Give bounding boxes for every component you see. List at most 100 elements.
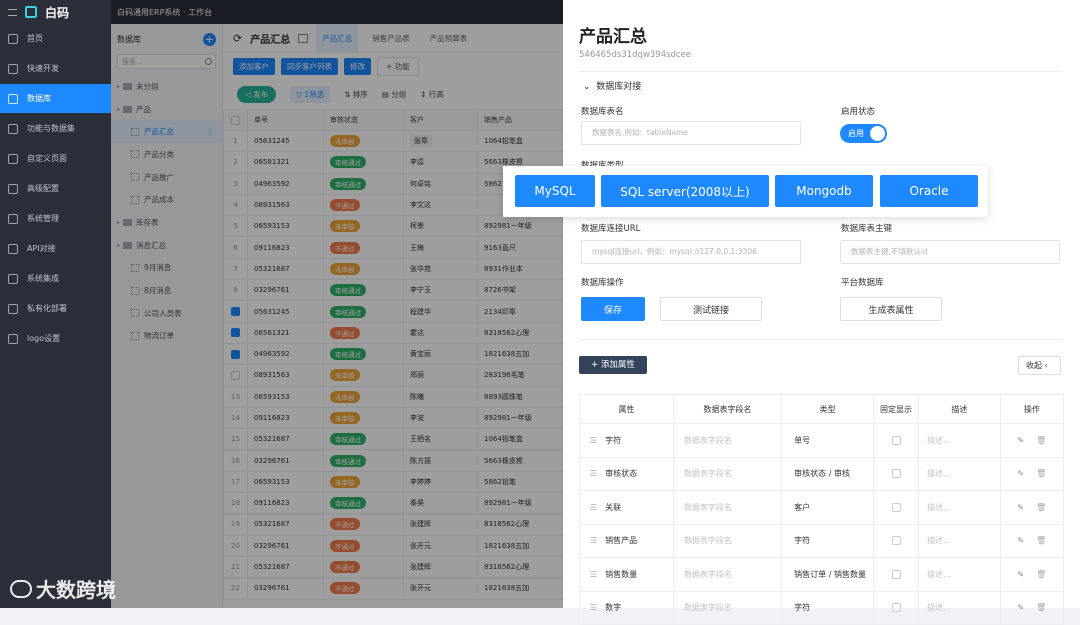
brand: 白码 bbox=[0, 0, 111, 24]
nav-item[interactable]: 首页 bbox=[0, 24, 111, 53]
logo-icon bbox=[25, 6, 37, 18]
field-name-input[interactable]: 数据表字段名 bbox=[672, 456, 783, 491]
modal-overlay[interactable] bbox=[111, 0, 563, 608]
db-type-mongodb[interactable]: Mongodb bbox=[775, 175, 873, 207]
nav-item[interactable]: API对接 bbox=[0, 234, 111, 263]
drag-handle-icon[interactable]: ☰ bbox=[590, 536, 597, 545]
api-icon bbox=[8, 243, 18, 254]
db-operation-label: 数据库操作 bbox=[581, 278, 624, 288]
panel-id: 546465ds31dqw394sdcee bbox=[579, 50, 692, 60]
chevron-left-icon: ‹ bbox=[1044, 361, 1048, 370]
type-cell: 审核状态 / 审核 bbox=[781, 456, 875, 491]
attr-column-header: 固定显示 bbox=[873, 394, 919, 424]
platform-db-label: 平台数据库 bbox=[841, 278, 884, 288]
description-input[interactable]: 描述... bbox=[917, 456, 1001, 491]
edit-icon[interactable]: ✎ bbox=[1017, 570, 1024, 579]
field-name-input[interactable]: 数据表字段名 bbox=[672, 557, 783, 592]
description-input[interactable]: 描述... bbox=[917, 557, 1001, 592]
table-name-label: 数据库表名 bbox=[581, 107, 624, 117]
edit-icon[interactable]: ✎ bbox=[1017, 469, 1024, 478]
save-button[interactable]: 保存 bbox=[581, 297, 645, 321]
fixed-display-checkbox[interactable] bbox=[891, 569, 901, 579]
monitor-icon bbox=[8, 213, 18, 224]
attribute-row[interactable]: ☰ 销售产品 数据表字段名 字符 描述... ✎ 🗑 bbox=[579, 523, 1065, 558]
description-input[interactable]: 描述... bbox=[917, 490, 1001, 525]
logo-icon bbox=[8, 333, 18, 344]
type-cell: 字符 bbox=[781, 523, 875, 558]
page-icon bbox=[8, 153, 18, 164]
generate-attributes-button[interactable]: 生成表属性 bbox=[840, 297, 942, 321]
description-input[interactable]: 描述... bbox=[917, 423, 1001, 458]
table-name-input[interactable]: 数据表名,例如：tableName bbox=[581, 121, 801, 145]
section-toggle[interactable]: ⌄ 数据库对接 bbox=[583, 79, 641, 92]
db-type-oracle[interactable]: Oracle bbox=[880, 175, 978, 207]
menu-icon[interactable] bbox=[8, 8, 17, 16]
primary-key-label: 数据库表主键 bbox=[841, 224, 893, 234]
drag-handle-icon[interactable]: ☰ bbox=[590, 469, 597, 478]
nav-item[interactable]: 高级配置 bbox=[0, 174, 111, 203]
edit-icon[interactable]: ✎ bbox=[1017, 436, 1024, 445]
attr-column-header: 属性 bbox=[579, 394, 674, 424]
primary-key-input[interactable]: 数据表主键,不填默认id bbox=[840, 240, 1060, 264]
attr-column-header: 描述 bbox=[917, 394, 1001, 424]
enable-toggle[interactable]: 启用 bbox=[840, 124, 887, 143]
brand-name: 白码 bbox=[45, 5, 70, 20]
drag-handle-icon[interactable]: ☰ bbox=[590, 570, 597, 579]
delete-icon[interactable]: 🗑 bbox=[1036, 436, 1046, 445]
attr-column-header: 数据表字段名 bbox=[672, 394, 783, 424]
attr-column-header: 操作 bbox=[999, 394, 1065, 424]
function-icon bbox=[8, 123, 18, 134]
type-cell: 客户 bbox=[781, 490, 875, 525]
drag-handle-icon[interactable]: ☰ bbox=[590, 503, 597, 512]
fixed-display-checkbox[interactable] bbox=[891, 536, 901, 546]
nav-item[interactable]: 系统集成 bbox=[0, 264, 111, 293]
description-input[interactable]: 描述... bbox=[917, 523, 1001, 558]
type-cell: 销售订单 / 销售数量 bbox=[781, 557, 875, 592]
attribute-row[interactable]: ☰ 字符 数据表字段名 单号 描述... ✎ 🗑 bbox=[579, 423, 1065, 458]
field-name-input[interactable]: 数据表字段名 bbox=[672, 490, 783, 525]
edit-icon[interactable]: ✎ bbox=[1017, 503, 1024, 512]
delete-icon[interactable]: 🗑 bbox=[1036, 570, 1046, 579]
nav-item[interactable]: 数据库 bbox=[0, 84, 111, 113]
add-attribute-button[interactable]: + 添加属性 bbox=[579, 356, 647, 374]
nav-item[interactable]: 快速开发 bbox=[0, 54, 111, 83]
watermark-logo-icon bbox=[10, 579, 32, 598]
db-type-sqlserver[interactable]: SQL server(2008以上) bbox=[601, 175, 769, 207]
left-nav: 白码 首页 快速开发 数据库 功能与数据集 自定义页面 高级配置 系统管理 API对接 系统集成… bbox=[0, 0, 111, 608]
url-label: 数据库连接URL bbox=[581, 224, 641, 234]
box-icon bbox=[8, 63, 18, 74]
url-input[interactable]: mysql连接url，例如：mysql://127.0.0.1:3306 bbox=[581, 240, 801, 264]
delete-icon[interactable]: 🗑 bbox=[1036, 503, 1046, 512]
attribute-row[interactable]: ☰ 销售数量 数据表字段名 销售订单 / 销售数量 描述... ✎ 🗑 bbox=[579, 557, 1065, 592]
integration-icon bbox=[8, 273, 18, 284]
nav-item[interactable]: logo设置 bbox=[0, 324, 111, 353]
deploy-icon bbox=[8, 303, 18, 314]
type-cell: 单号 bbox=[781, 423, 875, 458]
database-icon bbox=[8, 93, 18, 104]
nav-item[interactable]: 功能与数据集 bbox=[0, 114, 111, 143]
fixed-display-checkbox[interactable] bbox=[891, 435, 901, 445]
fixed-display-checkbox[interactable] bbox=[891, 502, 901, 512]
field-name-input[interactable]: 数据表字段名 bbox=[672, 523, 783, 558]
attribute-table: 属性 数据表字段名 类型 固定显示 描述 操作 ☰ 字符 数据表字段名 单号 描述... ✎… bbox=[579, 394, 1065, 625]
attribute-row[interactable]: ☰ 关联 数据表字段名 客户 描述... ✎ 🗑 bbox=[579, 490, 1065, 525]
enable-status-label: 启用状态 bbox=[841, 107, 876, 117]
nav-item[interactable]: 私有化部署 bbox=[0, 294, 111, 323]
toggle-knob bbox=[870, 126, 885, 141]
edit-icon[interactable]: ✎ bbox=[1017, 536, 1024, 545]
collapse-button[interactable]: 收起 ‹ bbox=[1018, 356, 1061, 375]
drag-handle-icon[interactable]: ☰ bbox=[590, 436, 597, 445]
config-icon bbox=[8, 183, 18, 194]
nav-item[interactable]: 系统管理 bbox=[0, 204, 111, 233]
db-type-mysql[interactable]: MySQL bbox=[515, 175, 595, 207]
attribute-row[interactable]: ☰ 审核状态 数据表字段名 审核状态 / 审核 描述... ✎ 🗑 bbox=[579, 456, 1065, 491]
fixed-display-checkbox[interactable] bbox=[891, 469, 901, 479]
delete-icon[interactable]: 🗑 bbox=[1036, 469, 1046, 478]
watermark: 大数跨境 bbox=[10, 574, 116, 603]
delete-icon[interactable]: 🗑 bbox=[1036, 536, 1046, 545]
home-icon bbox=[8, 33, 18, 44]
nav-item[interactable]: 自定义页面 bbox=[0, 144, 111, 173]
field-name-input[interactable]: 数据表字段名 bbox=[672, 423, 783, 458]
test-connection-button[interactable]: 测试链接 bbox=[660, 297, 762, 321]
panel-title: 产品汇总 bbox=[579, 27, 647, 47]
